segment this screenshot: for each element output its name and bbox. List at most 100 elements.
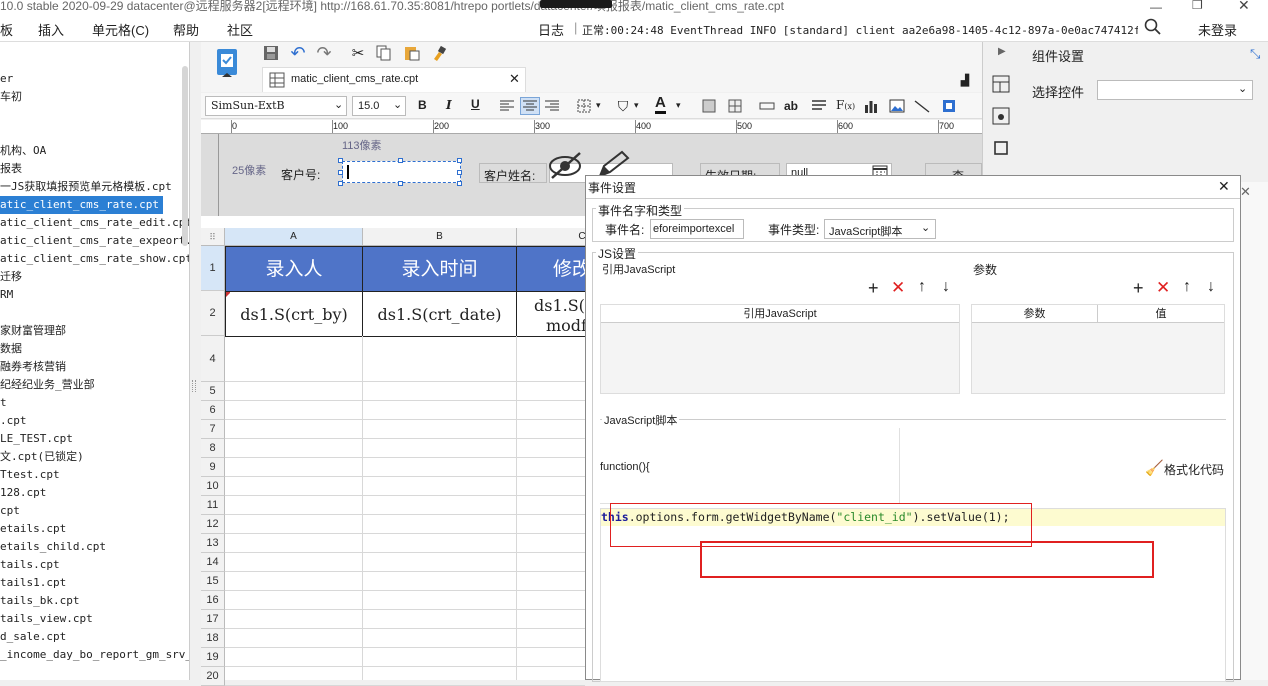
tree-item[interactable]: 文.cpt(已锁定) <box>0 448 84 466</box>
search-icon[interactable] <box>1144 18 1162 39</box>
row-header[interactable]: 5 <box>201 382 225 401</box>
resize-handle[interactable] <box>338 158 343 163</box>
image-icon[interactable] <box>888 97 906 115</box>
add-ref-icon[interactable]: + <box>868 278 879 299</box>
resize-handle[interactable] <box>398 181 403 186</box>
row-header[interactable]: 11 <box>201 496 225 515</box>
chevron-down-icon[interactable]: ▾ <box>676 100 681 111</box>
collapse-arrow-icon[interactable]: ▶ <box>998 46 1006 57</box>
tree-item[interactable]: tails.cpt <box>0 556 60 574</box>
cell-a2[interactable]: ds1.S(crt_by) <box>225 291 363 337</box>
resize-handle[interactable] <box>338 170 343 175</box>
merge-cells-icon[interactable] <box>700 97 718 115</box>
fill-color-icon[interactable]: ⛉ <box>614 97 632 115</box>
tree-item[interactable]: _income_day_bo_report_gm_srv_ <box>0 646 189 664</box>
tree-item[interactable]: 机构、OA <box>0 142 46 160</box>
align-left-icon[interactable] <box>498 97 516 115</box>
tree-item[interactable]: LE_TEST.cpt <box>0 430 73 448</box>
tab-menu-icon[interactable]: ▟ <box>957 72 973 88</box>
tree-item[interactable]: atic_client_cms_rate.cpt <box>0 196 163 214</box>
row-header[interactable]: 15 <box>201 572 225 591</box>
row-header[interactable]: 19 <box>201 648 225 667</box>
chevron-down-icon[interactable]: ▾ <box>596 100 601 111</box>
cell-attribute-icon[interactable] <box>991 74 1011 94</box>
tree-item[interactable]: d_sale.cpt <box>0 628 66 646</box>
paste-icon[interactable] <box>403 44 421 62</box>
tree-item[interactable]: atic_client_cms_rate_expeort.cp <box>0 232 189 250</box>
select-all-corner[interactable]: ⠿ <box>201 228 225 246</box>
expand-arrow-icon[interactable]: ⤡ <box>1250 46 1260 62</box>
text-field-icon[interactable] <box>758 97 776 115</box>
format-code-brush-icon[interactable]: 🧹 <box>1145 459 1164 477</box>
window-minimize-icon[interactable]: — <box>1150 0 1162 14</box>
tree-item[interactable]: .cpt <box>0 412 27 430</box>
format-painter-icon[interactable] <box>430 44 448 62</box>
row-header[interactable]: 13 <box>201 534 225 553</box>
client-id-input[interactable] <box>342 161 461 183</box>
italic-icon[interactable]: I <box>446 98 452 112</box>
move-up-ref-icon[interactable]: ↑ <box>918 278 926 296</box>
tree-item[interactable]: tails_view.cpt <box>0 610 93 628</box>
resize-handle[interactable] <box>398 158 403 163</box>
event-name-input[interactable]: eforeimportexcel <box>650 219 744 239</box>
row-header[interactable]: 2 <box>201 291 225 336</box>
menu-item-board[interactable]: 板 <box>0 20 13 39</box>
row-header[interactable]: 9 <box>201 458 225 477</box>
tree-item[interactable]: 家财富管理部 <box>0 322 66 340</box>
font-name-select[interactable]: SimSun-ExtB ⌄ <box>205 96 347 116</box>
resize-handle[interactable] <box>457 158 462 163</box>
copy-icon[interactable] <box>375 44 393 62</box>
delete-param-icon[interactable]: ✕ <box>1156 278 1170 298</box>
cell-b2[interactable]: ds1.S(crt_date) <box>362 291 517 337</box>
row-header[interactable]: 10 <box>201 477 225 496</box>
tree-item[interactable]: 128.cpt <box>0 484 46 502</box>
cell-c2[interactable]: ds1.S( modf <box>516 291 586 337</box>
tree-item[interactable]: tails1.cpt <box>0 574 66 592</box>
cell-c1[interactable]: 修改 <box>516 246 586 292</box>
event-type-select[interactable]: JavaScript脚本 ⌄ <box>824 219 936 239</box>
tree-item[interactable]: 纪经纪业务_营业部 <box>0 376 95 394</box>
paragraph-icon[interactable] <box>810 97 828 115</box>
tree-item[interactable]: 数据 <box>0 340 22 358</box>
chart-icon[interactable] <box>862 97 880 115</box>
font-color-icon[interactable]: A <box>655 95 666 114</box>
tree-item[interactable]: atic_client_cms_rate_edit.cpt <box>0 214 189 232</box>
tree-item[interactable]: Ttest.cpt <box>0 466 60 484</box>
delete-ref-icon[interactable]: ✕ <box>891 278 905 298</box>
client-name-label[interactable]: 客户姓名: <box>479 163 547 183</box>
menu-item-insert[interactable]: 插入 <box>38 20 64 39</box>
add-param-icon[interactable]: + <box>1133 278 1144 299</box>
column-header-b[interactable]: B <box>363 228 517 246</box>
formula-icon[interactable]: F(x) <box>836 98 855 112</box>
column-header-a[interactable]: A <box>225 228 363 246</box>
tab-file[interactable]: matic_client_cms_rate.cpt ✕ <box>262 67 526 92</box>
text-tool-icon[interactable]: ab <box>784 99 798 113</box>
row-header[interactable]: 12 <box>201 515 225 534</box>
close-icon[interactable]: ✕ <box>1240 184 1251 200</box>
cut-icon[interactable]: ✂ <box>349 44 367 62</box>
align-center-icon[interactable] <box>520 97 540 115</box>
move-up-param-icon[interactable]: ↑ <box>1183 278 1191 296</box>
row-header[interactable]: 1 <box>201 246 225 291</box>
align-right-icon[interactable] <box>543 97 561 115</box>
log-button[interactable]: 日志 <box>538 20 564 39</box>
row-header[interactable]: 8 <box>201 439 225 458</box>
split-cells-icon[interactable] <box>726 97 744 115</box>
resize-handle[interactable] <box>457 181 462 186</box>
redo-icon[interactable]: ↷ <box>314 43 334 63</box>
save-icon[interactable] <box>262 44 280 62</box>
undo-icon[interactable]: ↶ <box>288 43 308 63</box>
move-down-param-icon[interactable]: ↓ <box>1207 278 1215 296</box>
login-status[interactable]: 未登录 <box>1198 20 1237 39</box>
row-header[interactable]: 7 <box>201 420 225 439</box>
row-header[interactable]: 14 <box>201 553 225 572</box>
format-code-button[interactable]: 格式化代码 <box>1164 461 1224 478</box>
tree-scrollbar[interactable] <box>182 66 188 246</box>
tree-item[interactable]: etails.cpt <box>0 520 66 538</box>
dialog-close-icon[interactable]: ✕ <box>1218 178 1230 195</box>
tree-item[interactable]: 迁移 <box>0 268 22 286</box>
row-header[interactable]: 4 <box>201 336 225 382</box>
bold-icon[interactable]: B <box>418 98 427 112</box>
menu-item-cell[interactable]: 单元格(C) <box>92 20 149 39</box>
tree-item[interactable]: er <box>0 70 13 88</box>
